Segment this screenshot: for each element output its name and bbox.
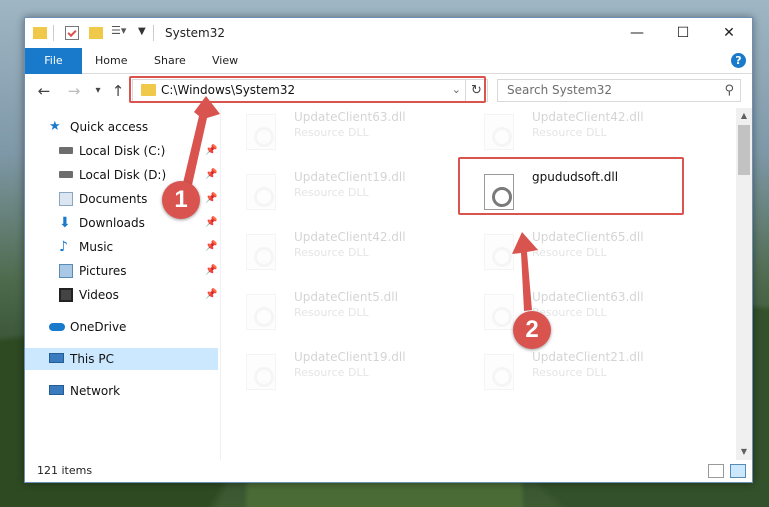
step-1-badge: 1 [162,181,200,219]
annotation-arrows [183,96,538,311]
step-2-badge: 2 [513,311,551,349]
arrow-2 [512,232,538,311]
arrow-1 [183,96,220,185]
